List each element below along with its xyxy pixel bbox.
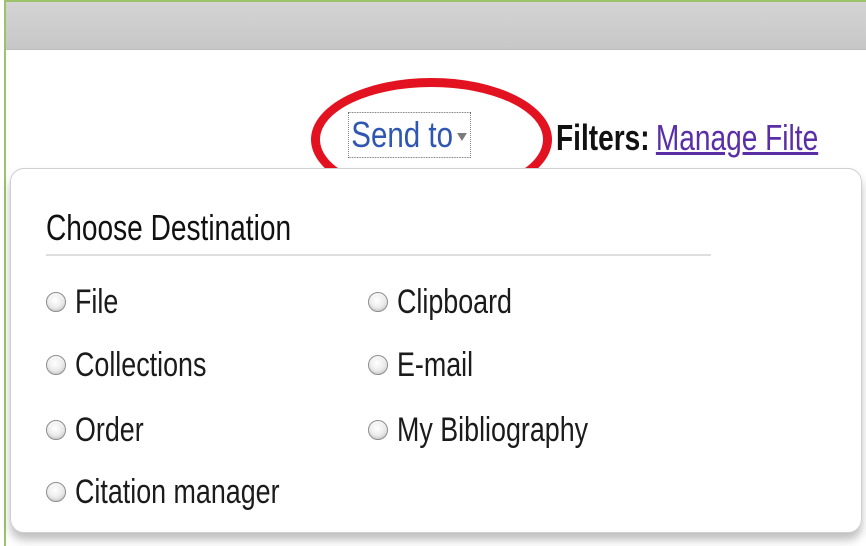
destination-option-order[interactable]: Order	[46, 408, 162, 452]
destination-option-file[interactable]: File	[46, 280, 130, 324]
destination-label: File	[75, 283, 119, 321]
destination-label: Collections	[75, 346, 207, 384]
radio-button[interactable]	[46, 292, 66, 312]
destination-label: Clipboard	[397, 283, 512, 321]
radio-button[interactable]	[46, 355, 66, 375]
send-to-dropdown-panel: Choose Destination File Clipboard Collec…	[10, 168, 862, 533]
send-to-label: Send to	[351, 114, 454, 155]
dropdown-arrow-icon	[457, 133, 467, 141]
filters-label: Filters:	[556, 117, 650, 158]
filters-area: Filters: Manage Filte	[556, 116, 818, 160]
destination-option-email[interactable]: E-mail	[368, 343, 493, 387]
destination-option-my-bibliography[interactable]: My Bibliography	[368, 408, 639, 452]
destination-label: Citation manager	[75, 473, 280, 511]
destination-option-clipboard[interactable]: Clipboard	[368, 280, 543, 324]
radio-button[interactable]	[46, 420, 66, 440]
send-to-button[interactable]: Send to	[348, 112, 472, 158]
destination-label: Order	[75, 411, 144, 449]
destination-option-collections[interactable]: Collections	[46, 343, 241, 387]
header-bar	[6, 2, 866, 50]
screenshot-stage: Send to Filters: Manage Filte Choose Dest…	[0, 0, 866, 546]
radio-button[interactable]	[368, 355, 388, 375]
choose-destination-title: Choose Destination	[46, 207, 292, 248]
radio-button[interactable]	[368, 420, 388, 440]
title-divider	[46, 254, 711, 256]
radio-button[interactable]	[368, 292, 388, 312]
manage-filters-link[interactable]: Manage Filte	[656, 117, 818, 158]
destination-label: E-mail	[397, 346, 474, 384]
radio-button[interactable]	[46, 482, 66, 502]
destination-label: My Bibliography	[397, 411, 589, 449]
destination-option-citation-manager[interactable]: Citation manager	[46, 470, 334, 514]
